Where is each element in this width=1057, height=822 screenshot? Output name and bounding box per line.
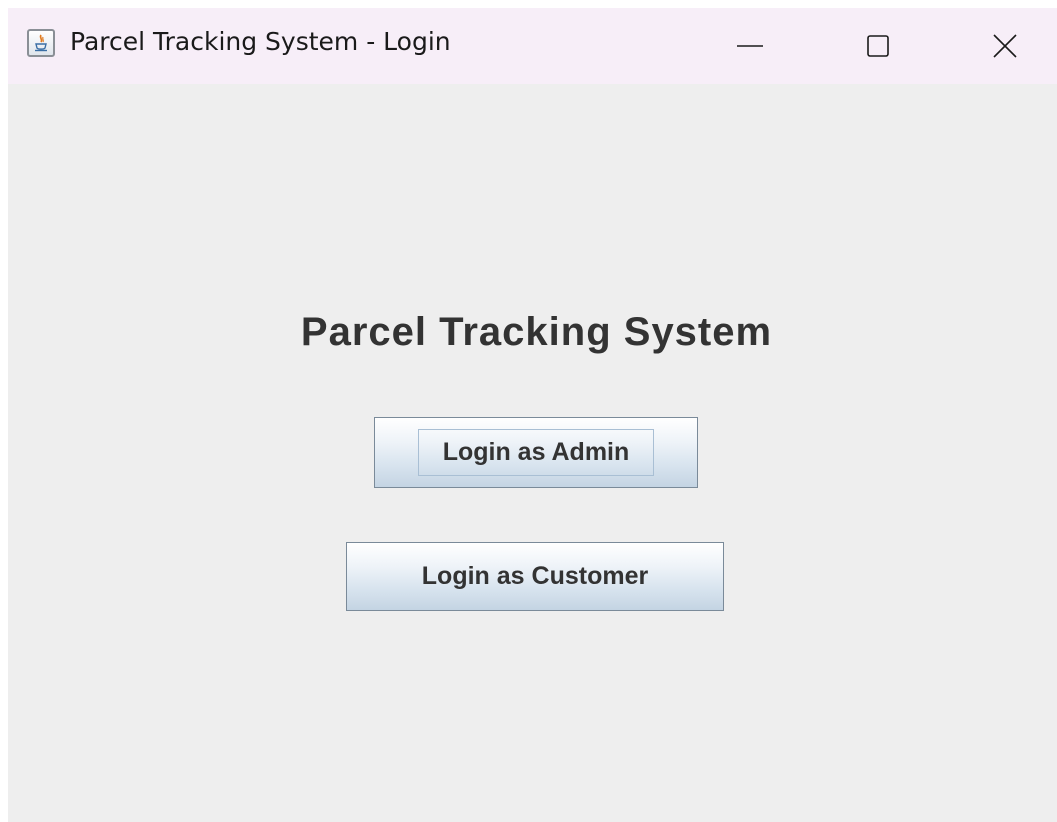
login-admin-button[interactable]: Login as Admin	[374, 417, 698, 488]
minimize-icon	[737, 45, 763, 47]
login-admin-label: Login as Admin	[442, 438, 630, 466]
close-icon	[993, 34, 1017, 58]
login-panel: Parcel Tracking System Login as Admin Lo…	[8, 84, 1057, 822]
window-title: Parcel Tracking System - Login	[70, 27, 451, 56]
page-title: Parcel Tracking System	[300, 310, 773, 354]
login-customer-label: Login as Customer	[421, 562, 649, 590]
maximize-button[interactable]	[833, 8, 923, 84]
minimize-button[interactable]	[705, 8, 795, 84]
java-icon	[27, 29, 55, 57]
login-window: Parcel Tracking System - Login Parcel Tr…	[8, 8, 1057, 822]
maximize-icon	[867, 35, 889, 57]
close-button[interactable]	[960, 8, 1050, 84]
title-bar[interactable]: Parcel Tracking System - Login	[8, 8, 1057, 84]
login-customer-button[interactable]: Login as Customer	[346, 542, 724, 611]
